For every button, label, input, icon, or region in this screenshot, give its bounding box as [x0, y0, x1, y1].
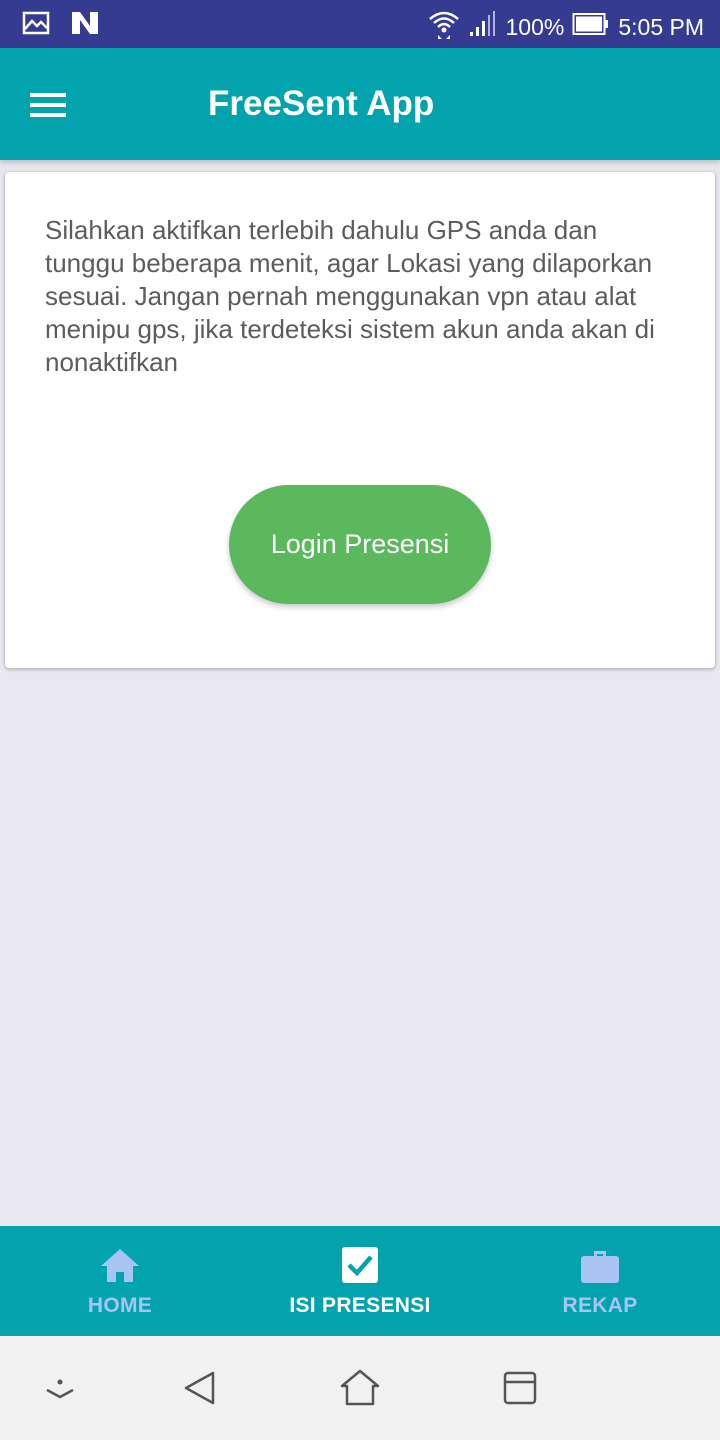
hamburger-menu-icon	[28, 93, 68, 128]
app-bar: FreeSent App	[0, 48, 720, 160]
nav-label-home: HOME	[87, 1294, 153, 1317]
nav-label-rekap: REKAP	[562, 1294, 638, 1317]
nav-label-isi-presensi: ISI PRESENSI	[289, 1294, 431, 1317]
back-icon	[178, 1371, 222, 1414]
back-button[interactable]	[178, 1366, 222, 1410]
system-navigation-bar	[0, 1336, 720, 1440]
briefcase-icon	[579, 1246, 621, 1286]
system-home-button[interactable]	[338, 1366, 382, 1410]
gps-warning-message: Silahkan aktifkan terlebih dahulu GPS an…	[45, 215, 655, 377]
home-icon	[99, 1246, 141, 1286]
info-card: Silahkan aktifkan terlebih dahulu GPS an…	[5, 172, 715, 668]
gallery-icon	[22, 11, 50, 40]
recents-button[interactable]	[498, 1366, 542, 1410]
menu-button[interactable]	[28, 84, 84, 124]
collapse-button[interactable]	[38, 1366, 82, 1410]
n-logo-icon	[70, 10, 100, 41]
clock: 5:05 PM	[618, 14, 704, 40]
battery-icon	[572, 12, 610, 42]
nav-item-rekap[interactable]: REKAP	[480, 1226, 720, 1336]
battery-percent: 100%	[505, 14, 565, 40]
login-presensi-button[interactable]: Login Presensi	[229, 485, 491, 604]
signal-icon	[468, 10, 498, 44]
nav-item-isi-presensi[interactable]: ISI PRESENSI	[240, 1226, 480, 1336]
status-bar: 100% 5:05 PM	[0, 0, 720, 48]
nav-item-home[interactable]: HOME	[0, 1226, 240, 1336]
checkbox-icon	[339, 1246, 381, 1286]
bottom-navigation: HOME ISI PRESENSI REKAP	[0, 1226, 720, 1336]
home-icon	[338, 1369, 382, 1414]
collapse-icon	[38, 1379, 82, 1414]
wifi-icon	[428, 8, 460, 46]
app-title: FreeSent App	[208, 84, 435, 123]
recents-icon	[498, 1371, 542, 1414]
